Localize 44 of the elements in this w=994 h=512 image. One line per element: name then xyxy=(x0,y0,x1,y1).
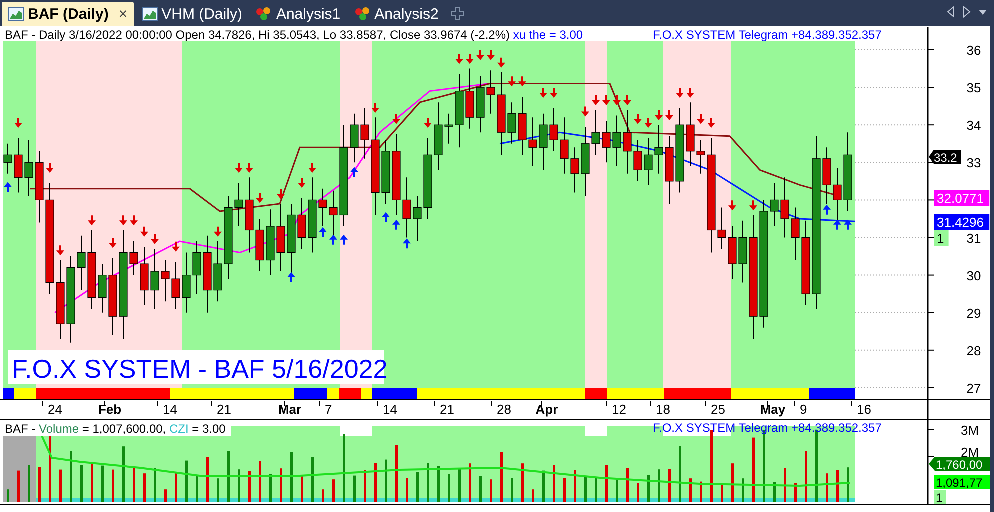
date-axis-label: 16 xyxy=(857,402,872,417)
volume-tag: 1,091,77 xyxy=(934,475,990,490)
price-tag: 32.0771 xyxy=(934,190,990,206)
price-axis-label: 27 xyxy=(966,380,982,396)
date-axis-label: 24 xyxy=(48,402,62,417)
volume-tag: 1 xyxy=(934,490,946,505)
date-axis-label: 21 xyxy=(440,402,454,417)
date-axis-label: 28 xyxy=(497,402,512,417)
volume-axis-label: 3M xyxy=(960,423,980,438)
price-axis-label: 35 xyxy=(966,80,982,96)
volume-title: BAF - Volume = 1,007,600.00, CZI = 3.00 xyxy=(5,422,226,436)
volume-axis-label: 2M xyxy=(960,445,980,460)
volume-tag: 1,760,00 xyxy=(929,457,990,472)
chart-tab[interactable]: VHM (Daily) xyxy=(136,2,248,26)
chart-tab[interactable]: BAF (Daily) × xyxy=(2,2,134,26)
price-axis-label: 36 xyxy=(966,43,982,58)
price-axis-label: 28 xyxy=(966,343,982,358)
date-axis-label: Apr xyxy=(536,402,558,417)
date-axis-label: 21 xyxy=(217,402,232,417)
date-axis-label: May xyxy=(760,402,786,417)
date-axis-label: 18 xyxy=(656,402,670,417)
price-axis-label: 34 xyxy=(966,118,982,134)
close-icon[interactable]: × xyxy=(118,6,128,22)
price-axis-label: 31 xyxy=(966,230,982,246)
price-axis-label: 29 xyxy=(966,306,982,321)
date-axis-label: 14 xyxy=(383,402,398,417)
price-tag: 1 xyxy=(934,230,949,246)
date-axis-label: Feb xyxy=(98,402,122,417)
chart-tab[interactable]: Analysis1 xyxy=(250,2,347,26)
date-axis-label: Mar xyxy=(278,402,302,417)
date-axis-label: 12 xyxy=(612,402,626,417)
price-tag: 33.2 xyxy=(929,150,962,165)
price-axis-label: 33 xyxy=(966,156,982,171)
telegram-text: F.O.X SYSTEM Telegram +84.389.352.357 xyxy=(653,421,882,435)
overlay-title: F.O.X SYSTEM - BAF 5/16/2022 xyxy=(8,350,388,384)
date-axis-label: 25 xyxy=(711,402,726,417)
telegram-text: F.O.X SYSTEM Telegram +84.389.352.357 xyxy=(653,28,882,42)
price-axis-label: 30 xyxy=(966,268,982,284)
price-tag: 31.4296 xyxy=(934,214,990,230)
date-axis-label: 7 xyxy=(325,402,332,417)
chart-tab[interactable]: Analysis2 xyxy=(348,2,445,26)
date-axis-label: 9 xyxy=(800,402,808,417)
chart-title: BAF - Daily 3/16/2022 00:00:00 Open 34.7826, Hi 35.0543, Lo 33.8587, Close 33.9674 (-2.2%) xu the = 3.00 xyxy=(5,28,584,42)
date-axis-label: 14 xyxy=(163,402,178,417)
